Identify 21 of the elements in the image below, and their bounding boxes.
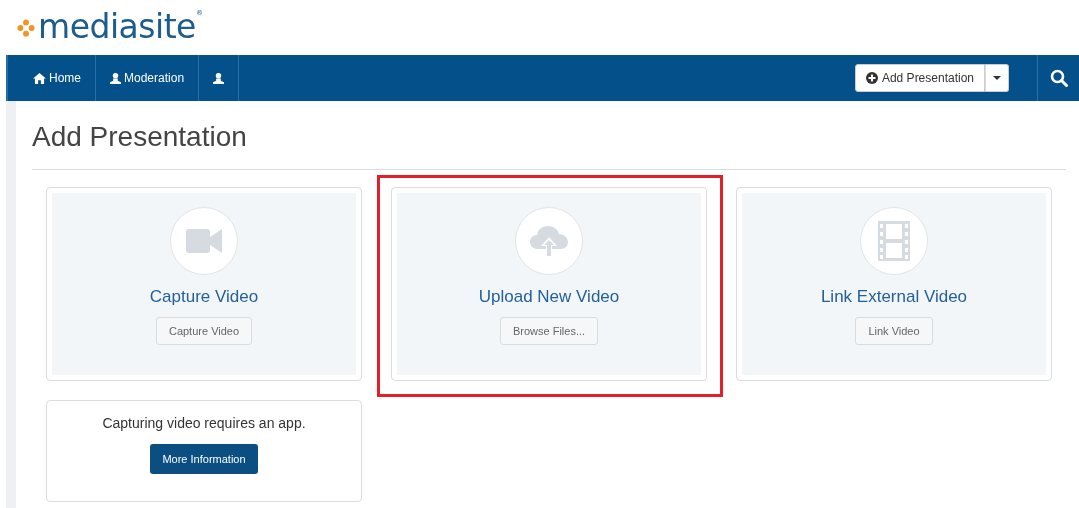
dropdown-button[interactable] xyxy=(985,64,1009,92)
logo-wordmark: mediasite$^{®}$ xyxy=(38,9,203,46)
logo-dots-icon xyxy=(17,18,35,37)
search-icon xyxy=(1049,69,1068,87)
user-icon xyxy=(213,72,225,84)
option-title: Link External Video xyxy=(820,287,968,307)
user-icon xyxy=(110,72,121,84)
nav-link[interactable]: Home xyxy=(19,55,96,101)
option-title: Upload New Video xyxy=(478,287,620,307)
more-information-button[interactable]: More Information xyxy=(150,444,258,474)
option-button[interactable]: Link Video xyxy=(855,317,933,345)
add-presentation-button[interactable]: Add Presentation xyxy=(854,64,985,92)
option-title: Capture Video xyxy=(149,287,259,307)
plus-circle-icon xyxy=(865,72,878,84)
home-icon xyxy=(33,72,46,84)
option-button[interactable]: Capture Video xyxy=(155,317,253,345)
nav-link[interactable]: Moderation xyxy=(96,55,200,101)
page-title: Add Presentation xyxy=(32,121,248,154)
caret-icon xyxy=(993,76,1001,80)
option-button[interactable]: Browse Files... xyxy=(499,317,599,345)
info-text: Capturing video requires an app. xyxy=(102,415,306,431)
